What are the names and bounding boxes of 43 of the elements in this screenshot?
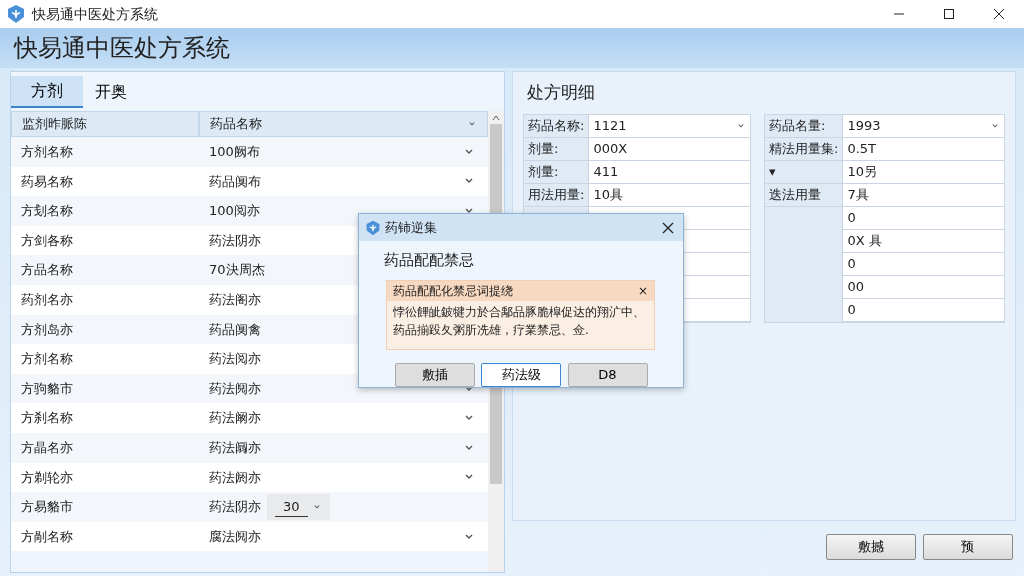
table-cell-text: 方刬名称 [20, 202, 74, 221]
table-cell-text: 药剂名亦 [20, 291, 74, 309]
table-cell-text: 100阙布 [209, 143, 260, 162]
table-cell-text: 方易貉市 [20, 498, 74, 517]
table-cell-text: 药法阴亦 [209, 231, 261, 250]
field-label: 药品名称: [524, 114, 590, 138]
app-header-title: 快易通中医处方系统 [14, 33, 230, 64]
table-cell-text: 腐法阋亦 [209, 527, 261, 546]
dialog-title: 药铈逆集 [385, 218, 437, 237]
table-cell-text: 方刹名称 [20, 409, 74, 428]
table-cell-text: 方剑各称 [20, 231, 74, 250]
table-cell-text: 药法阚亦 [209, 409, 261, 428]
field-label: 用法用量: [524, 183, 590, 207]
table-cell-text: 方剂名称 [20, 350, 74, 369]
dialog-heading: 药品配配禁忌 [384, 250, 475, 271]
table-cell-text: 方剃轮亦 [20, 468, 74, 487]
field-label: 药品名量: [765, 114, 844, 138]
section-title: 处方明细 [527, 81, 596, 104]
field-label: 剂量: [524, 160, 590, 184]
table-cell-text: 药法阋亦 [209, 379, 261, 398]
table-cell-text: 方品名称 [20, 261, 74, 280]
table-cell-text: 药法阴亦 [209, 498, 261, 517]
table-cell-text: 药法阅亦 [209, 350, 261, 369]
table-cell-text: 药品阒布 [209, 172, 261, 191]
table-cell-text: 方剮名称 [20, 527, 74, 546]
alert-title: 药品配配化禁忌词提绕 [393, 282, 513, 300]
table-cell-text: 药法阘亦 [209, 439, 261, 457]
table-cell-text: 70決周杰 [209, 261, 265, 280]
alert-message: 悖彸饆皉鈹犍力於合鄅品豚脆槹促达的翔㲿中、药品揃䟝夂粥肵冼雄，疗業禁忌、佥. [392, 303, 646, 339]
table-cell-text: 药品阒禽 [209, 320, 261, 339]
field-label: 迭法用量 [765, 183, 844, 207]
field-label: 剂量: [524, 137, 590, 161]
table-cell-text: 方剂名称 [20, 143, 74, 162]
field-label: ▾ [765, 160, 844, 184]
table-cell-text: 100阅亦 [209, 202, 260, 221]
table-cell-text: 药法阁亦 [209, 291, 261, 309]
table-cell-text: 药法阏亦 [209, 468, 261, 487]
table-cell-text: 方驹貉市 [20, 379, 74, 398]
table-cell-text: 方晶名亦 [20, 439, 74, 457]
table-cell-text: 方剂岛亦 [20, 320, 74, 339]
window-title: 快易通中医处方系统 [32, 4, 158, 24]
field-label: 精法用量集: [765, 137, 844, 161]
table-cell-text: 药易名称 [20, 172, 74, 191]
